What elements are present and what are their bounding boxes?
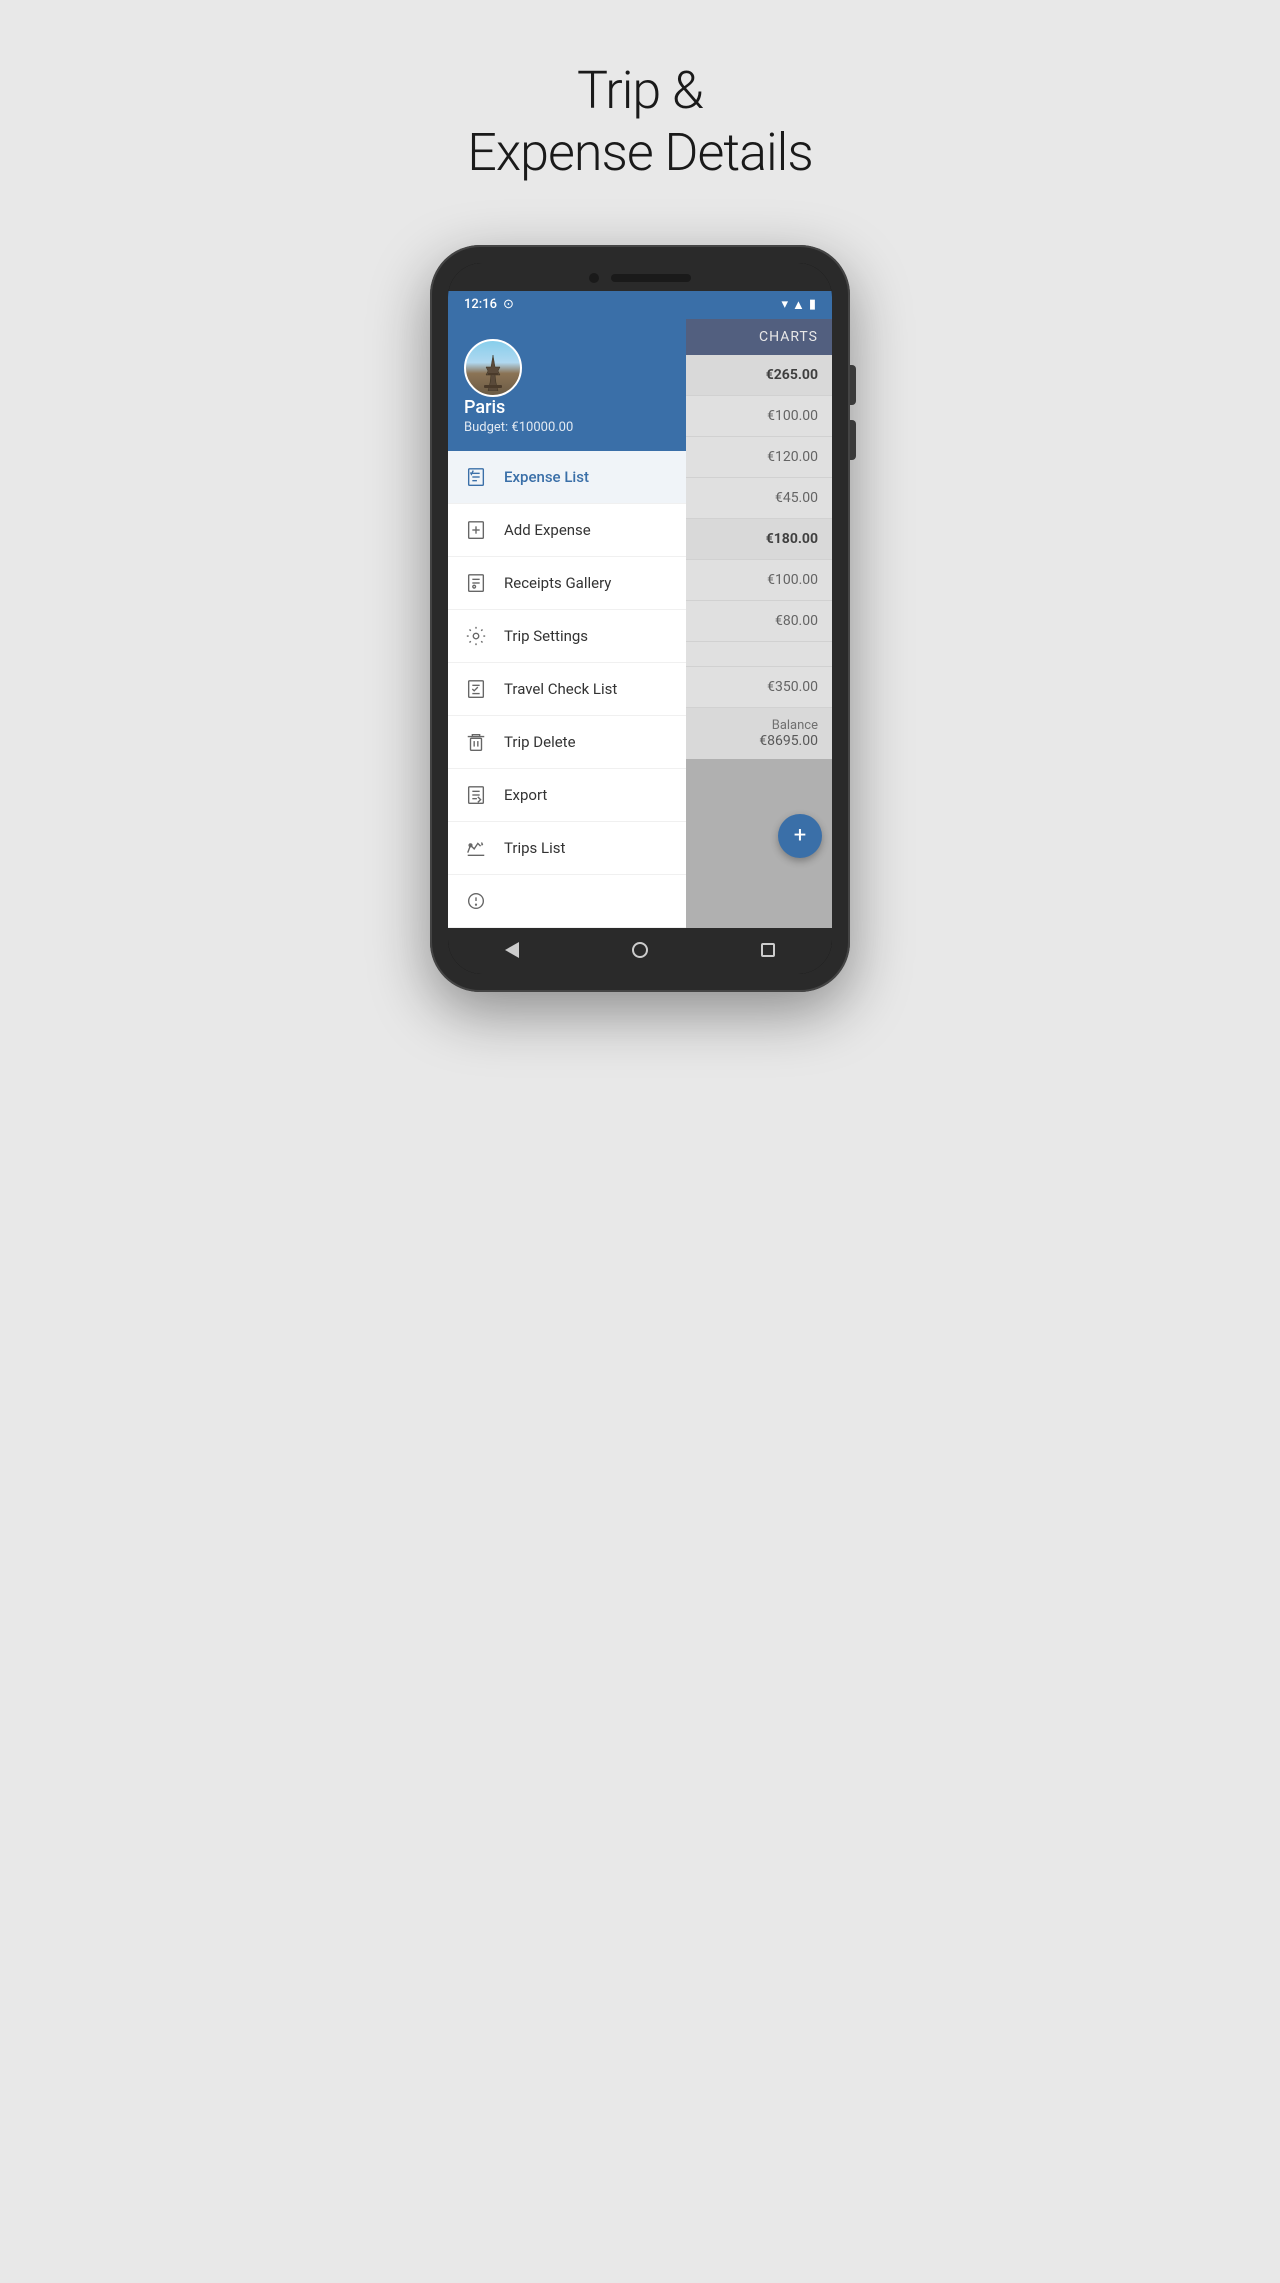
- drawer-menu: Expense List Add Expense: [448, 451, 686, 928]
- battery-icon: ▮: [809, 297, 816, 312]
- export-label: Export: [504, 786, 547, 804]
- menu-item-trips-list[interactable]: Trips List: [448, 822, 686, 875]
- menu-item-trip-settings[interactable]: Trip Settings: [448, 610, 686, 663]
- balance-amount: €8695.00: [700, 733, 818, 749]
- back-button[interactable]: [500, 938, 524, 962]
- signal-icon: ▲: [792, 297, 805, 313]
- screen-content: Paris Budget: €10000.00 Expense List: [448, 319, 832, 928]
- menu-item-travel-check-list[interactable]: Travel Check List: [448, 663, 686, 716]
- balance-label: Balance: [700, 718, 818, 733]
- navigation-drawer: Paris Budget: €10000.00 Expense List: [448, 319, 686, 928]
- location-icon: ⊙: [503, 297, 514, 312]
- trips-list-label: Trips List: [504, 839, 565, 857]
- expense-row-3: €120.00: [686, 437, 832, 478]
- recents-icon: [761, 943, 775, 957]
- phone-notch: [448, 263, 832, 291]
- drawer-header: Paris Budget: €10000.00: [448, 319, 686, 451]
- receipts-gallery-icon: [464, 571, 488, 595]
- trip-settings-label: Trip Settings: [504, 627, 588, 645]
- menu-item-extra[interactable]: [448, 875, 686, 928]
- extra-icon: [464, 889, 488, 913]
- recents-button[interactable]: [756, 938, 780, 962]
- menu-item-expense-list[interactable]: Expense List: [448, 451, 686, 504]
- avatar: [464, 339, 522, 397]
- trip-delete-icon: [464, 730, 488, 754]
- page-title: Trip & Expense Details: [467, 0, 812, 225]
- add-expense-icon: [464, 518, 488, 542]
- trip-delete-label: Trip Delete: [504, 733, 576, 751]
- app-bar: CHARTS: [686, 319, 832, 355]
- expense-list: €265.00 €100.00 €120.00 €45.00: [686, 355, 832, 708]
- menu-item-receipts-gallery[interactable]: Receipts Gallery: [448, 557, 686, 610]
- expense-row-6: €100.00: [686, 560, 832, 601]
- status-right: ▾ ▲ ▮: [781, 297, 816, 313]
- expense-row-5: €180.00: [686, 519, 832, 560]
- expense-row-4: €45.00: [686, 478, 832, 519]
- expense-row-9: €350.00: [686, 667, 832, 708]
- trip-settings-icon: [464, 624, 488, 648]
- status-left: 12:16 ⊙: [464, 297, 514, 312]
- back-icon: [505, 942, 519, 958]
- expense-row-2: €100.00: [686, 396, 832, 437]
- drawer-city: Paris: [464, 397, 670, 418]
- travel-check-list-label: Travel Check List: [504, 680, 617, 698]
- expense-list-label: Expense List: [504, 468, 589, 486]
- wifi-icon: ▾: [781, 297, 788, 312]
- drawer-budget: Budget: €10000.00: [464, 420, 670, 435]
- receipts-gallery-label: Receipts Gallery: [504, 574, 611, 592]
- main-content: CHARTS €265.00 €100.00 €120.00: [686, 319, 832, 928]
- fab-button[interactable]: +: [778, 814, 822, 858]
- menu-item-trip-delete[interactable]: Trip Delete: [448, 716, 686, 769]
- home-icon: [632, 942, 648, 958]
- status-bar: 12:16 ⊙ ▾ ▲ ▮: [448, 291, 832, 319]
- expense-row-7: €80.00: [686, 601, 832, 642]
- home-button[interactable]: [628, 938, 652, 962]
- trips-list-icon: [464, 836, 488, 860]
- menu-item-add-expense[interactable]: Add Expense: [448, 504, 686, 557]
- time-display: 12:16: [464, 297, 497, 312]
- expense-row-8: [686, 642, 832, 667]
- speaker: [611, 274, 691, 282]
- app-bar-title: CHARTS: [759, 329, 818, 345]
- travel-check-list-icon: [464, 677, 488, 701]
- menu-item-export[interactable]: Export: [448, 769, 686, 822]
- add-expense-label: Add Expense: [504, 521, 591, 539]
- phone-mockup: 12:16 ⊙ ▾ ▲ ▮: [430, 245, 850, 992]
- expense-row-1: €265.00: [686, 355, 832, 396]
- expense-list-icon: [464, 465, 488, 489]
- front-camera: [589, 273, 599, 283]
- export-icon: [464, 783, 488, 807]
- bottom-nav: [448, 928, 832, 974]
- balance-section: Balance €8695.00: [686, 708, 832, 759]
